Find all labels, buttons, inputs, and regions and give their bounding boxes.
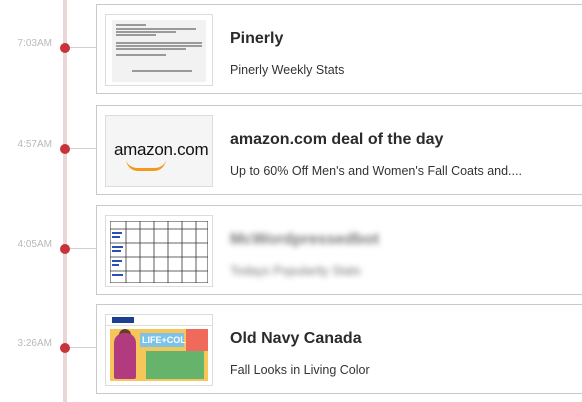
email-thumbnail[interactable] — [106, 216, 212, 286]
email-thumbnail[interactable]: amazon.com — [106, 116, 212, 186]
connector-line — [70, 148, 97, 149]
timeline-entry: 4:57AM amazon.com amazon.com deal of the… — [0, 105, 582, 197]
email-card[interactable]: amazon.com amazon.com deal of the day Up… — [96, 105, 582, 195]
timeline-entry: 4:05AM McWordpressedbot Todays Popularit… — [0, 205, 582, 297]
entry-subtitle: Up to 60% Off Men's and Women's Fall Coa… — [230, 164, 522, 178]
email-card[interactable]: McWordpressedbot Todays Popularity Stats — [96, 205, 582, 295]
connector-line — [70, 347, 97, 348]
email-thumbnail[interactable]: LIFE+COLOR — [106, 315, 212, 385]
entry-subtitle: Pinerly Weekly Stats — [230, 63, 345, 77]
timeline-dot — [60, 144, 70, 154]
email-card[interactable]: Pinerly Pinerly Weekly Stats — [96, 4, 582, 94]
entry-subtitle: Todays Popularity Stats — [230, 264, 361, 278]
timeline-dot — [60, 244, 70, 254]
amazon-smile-icon — [126, 159, 166, 171]
entry-title[interactable]: Pinerly — [230, 30, 283, 48]
timeline-entry: 3:26AM LIFE+COLOR Old Navy Canada Fall L… — [0, 304, 582, 396]
entry-time: 4:05AM — [17, 239, 52, 250]
old-navy-logo — [112, 317, 134, 323]
entry-time: 4:57AM — [17, 139, 52, 150]
entry-time: 3:26AM — [17, 338, 52, 349]
connector-line — [70, 248, 97, 249]
timeline-dot — [60, 343, 70, 353]
amazon-logo-text: amazon.com — [114, 140, 209, 159]
spreadsheet-preview-image — [110, 221, 208, 283]
entry-title[interactable]: McWordpressedbot — [230, 231, 379, 249]
email-preview-image — [112, 20, 206, 82]
entry-time: 7:03AM — [17, 38, 52, 49]
entry-subtitle: Fall Looks in Living Color — [230, 363, 370, 377]
entry-title[interactable]: amazon.com deal of the day — [230, 131, 443, 149]
connector-line — [70, 47, 97, 48]
amazon-logo: amazon.com — [106, 116, 212, 186]
email-card[interactable]: LIFE+COLOR Old Navy Canada Fall Looks in… — [96, 304, 582, 394]
entry-title[interactable]: Old Navy Canada — [230, 330, 362, 348]
timeline-dot — [60, 43, 70, 53]
timeline-entry: 7:03AM Pinerly Pinerly Weekly Stats — [0, 4, 582, 96]
email-thumbnail[interactable] — [106, 15, 212, 85]
